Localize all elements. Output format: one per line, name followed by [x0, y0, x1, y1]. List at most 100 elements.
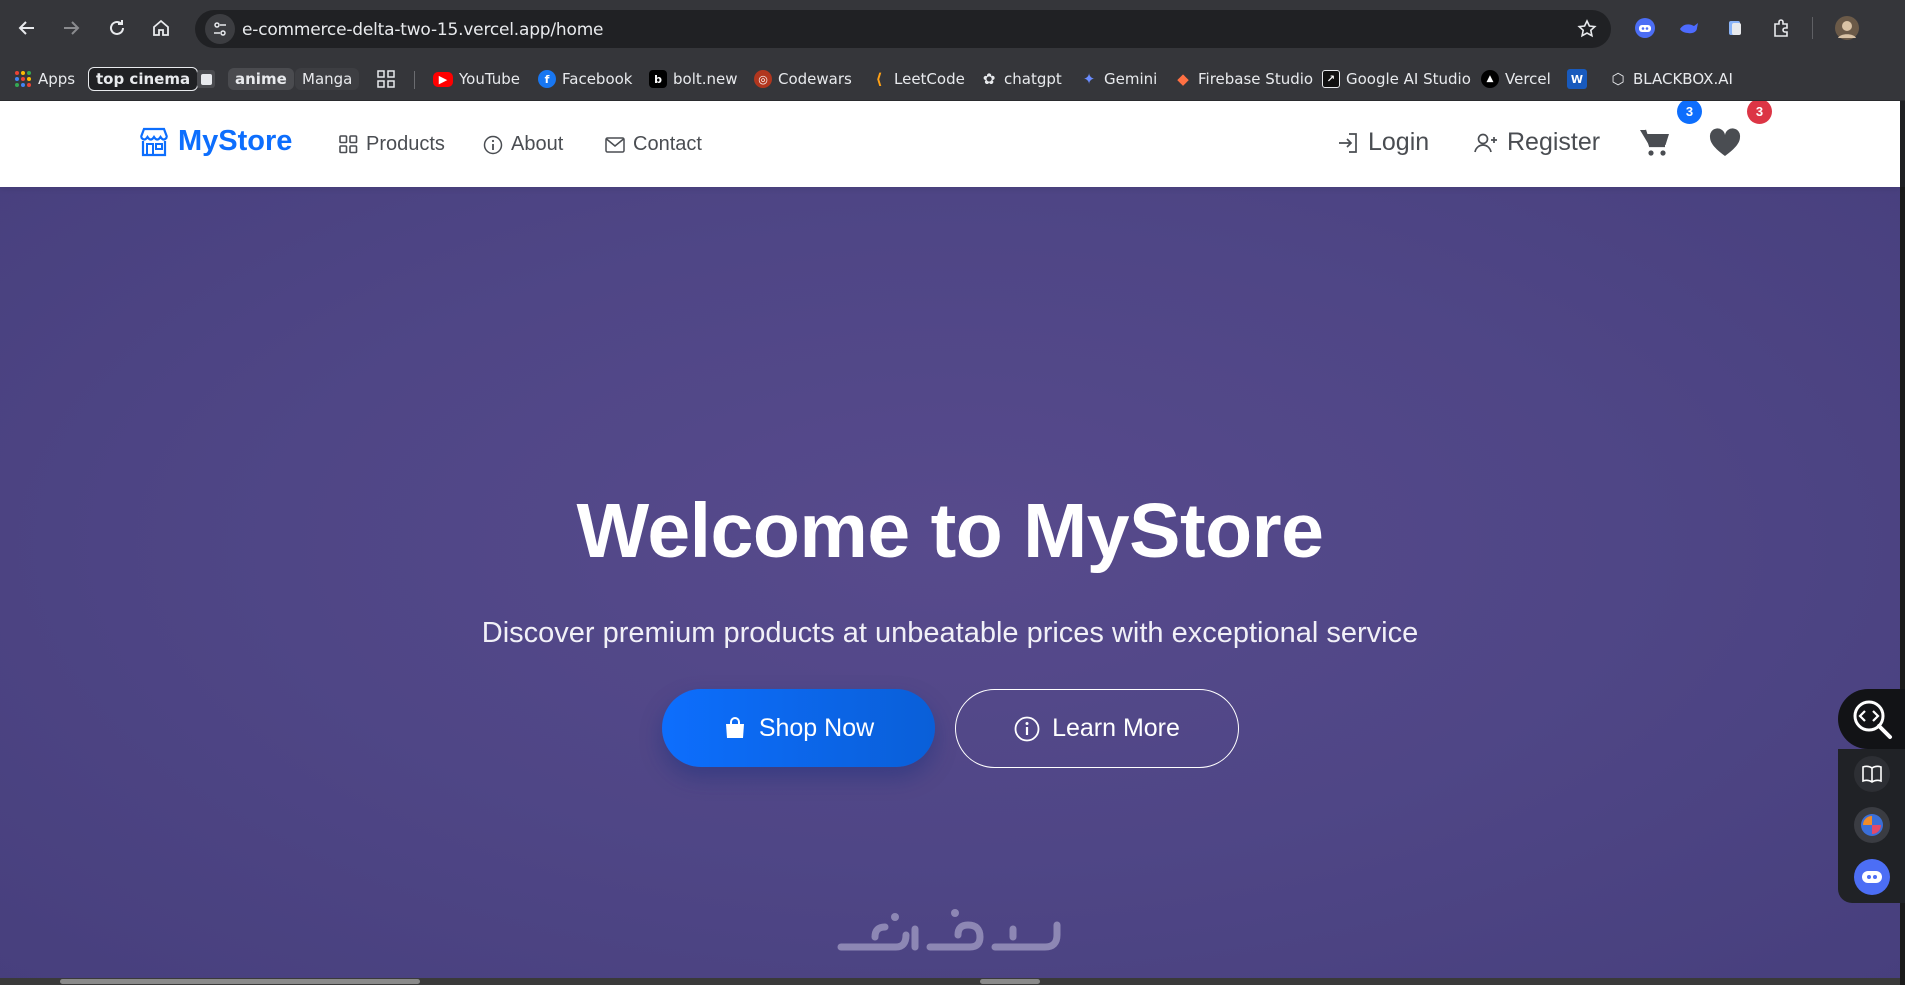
scrollbar-thumb-secondary[interactable]	[980, 979, 1040, 984]
ai-studio-icon: ↗	[1322, 70, 1340, 88]
blackbox-icon: ⬡	[1611, 70, 1625, 88]
nav-link-contact[interactable]: Contact	[605, 133, 702, 156]
info-circle-icon	[483, 135, 503, 154]
reload-button[interactable]	[102, 13, 132, 43]
cart-button[interactable]	[1635, 123, 1675, 163]
bookmark-leetcode[interactable]: ⟨ LeetCode	[870, 66, 965, 92]
bookmark-star-button[interactable]	[1577, 19, 1597, 44]
floating-side-dock	[1838, 689, 1905, 903]
bookmark-label: Facebook	[562, 70, 633, 88]
login-label: Login	[1368, 128, 1430, 156]
wishlist-button[interactable]	[1705, 123, 1745, 163]
learn-more-button[interactable]: Learn More	[955, 689, 1239, 768]
bookmark-facebook[interactable]: f Facebook	[538, 66, 632, 92]
shop-now-button[interactable]: Shop Now	[662, 689, 935, 767]
register-label: Register	[1507, 128, 1601, 156]
toolbar-divider	[1812, 17, 1813, 39]
extension-2[interactable]	[1676, 15, 1702, 41]
apps-grid-icon	[15, 71, 31, 87]
bookmark-label: Vercel	[1505, 70, 1551, 88]
side-dock-reader-button[interactable]	[1838, 749, 1905, 799]
site-info-button[interactable]	[205, 14, 235, 44]
bookmark-codewars[interactable]: ◎ Codewars	[754, 66, 852, 92]
hero-section: Welcome to MyStore Discover premium prod…	[0, 187, 1900, 985]
robot-face-icon	[1635, 18, 1655, 38]
address-bar[interactable]: e-commerce-delta-two-15.vercel.app/home	[195, 10, 1611, 48]
bookmark-gemini[interactable]: ✦ Gemini	[1080, 66, 1158, 92]
bookmark-firebase[interactable]: ◆ Firebase Studio	[1174, 66, 1313, 92]
bookmark-manga[interactable]: Manga	[295, 66, 360, 92]
cart-icon	[1640, 129, 1669, 156]
browser-toolbar: e-commerce-delta-two-15.vercel.app/home	[0, 0, 1905, 57]
bookmark-label: Apps	[38, 70, 76, 88]
register-link[interactable]: Register	[1473, 128, 1600, 157]
nav-link-products[interactable]: Products	[339, 133, 445, 156]
hero-subtitle: Discover premium products at unbeatable …	[481, 617, 1419, 649]
profile-avatar[interactable]	[1834, 15, 1860, 41]
extension-1[interactable]	[1632, 15, 1658, 41]
back-button[interactable]	[12, 13, 42, 43]
bookmark-word[interactable]: W	[1567, 66, 1587, 92]
extensions-menu-button[interactable]	[1768, 15, 1794, 41]
nav-link-label: Products	[366, 133, 445, 155]
cart-count-badge: 3	[1677, 101, 1702, 124]
home-button[interactable]	[146, 13, 176, 43]
bookmark-label: LeetCode	[894, 70, 965, 88]
bookmark-label: bolt.new	[673, 70, 738, 88]
avatar-icon	[1835, 16, 1859, 40]
grid-icon	[377, 70, 395, 88]
leetcode-icon: ⟨	[875, 70, 883, 88]
bookmark-youtube[interactable]: ▶ YouTube	[433, 66, 520, 92]
bookmark-apps[interactable]: Apps	[14, 66, 75, 92]
side-dock-avatar-button[interactable]	[1838, 799, 1905, 851]
heart-icon	[1709, 128, 1741, 156]
nav-link-label: Contact	[633, 133, 702, 155]
bookmark-vercel[interactable]: ▲ Vercel	[1481, 66, 1551, 92]
bookmark-tab-groups[interactable]	[377, 66, 395, 92]
bookmark-anime[interactable]: anime	[228, 66, 294, 92]
folder-square-icon	[197, 70, 215, 88]
bookmark-top-cinema[interactable]: top cinema	[88, 66, 199, 92]
nav-link-label: About	[511, 133, 564, 155]
bookmark-label: top cinema	[88, 67, 199, 91]
bookmark-label: Gemini	[1104, 70, 1158, 88]
star-icon	[1577, 19, 1597, 38]
document-copy-icon	[1729, 21, 1741, 35]
bookmark-label: anime	[228, 68, 294, 90]
tune-icon	[214, 22, 226, 36]
bookmark-blackbox[interactable]: ⬡ BLACKBOX.AI	[1609, 66, 1732, 92]
brand-logo-link[interactable]: MyStore	[138, 125, 292, 158]
openai-icon: ✿	[982, 70, 996, 88]
wishlist-count-badge: 3	[1747, 101, 1772, 124]
arrow-right-icon	[64, 21, 80, 35]
bookmark-label: Codewars	[778, 70, 852, 88]
reload-icon	[110, 20, 124, 35]
codewars-icon: ◎	[754, 70, 772, 88]
nav-link-about[interactable]: About	[483, 133, 563, 156]
extension-3[interactable]	[1722, 15, 1748, 41]
firebase-icon: ◆	[1177, 70, 1189, 88]
side-dock-search-button[interactable]	[1838, 689, 1905, 749]
bookmark-bolt[interactable]: b bolt.new	[649, 66, 738, 92]
page-viewport: MyStore Products About Contact Login Reg…	[0, 101, 1905, 985]
bookmarks-divider	[414, 71, 415, 89]
person-add-icon	[1474, 133, 1497, 152]
bookmark-label: chatgpt	[1004, 70, 1062, 88]
gemini-icon: ✦	[1082, 70, 1096, 88]
word-icon: W	[1567, 69, 1587, 89]
bookmark-ai-studio[interactable]: ↗ Google AI Studio	[1322, 66, 1471, 92]
side-dock-assistant-button[interactable]	[1838, 851, 1905, 903]
url-text[interactable]: e-commerce-delta-two-15.vercel.app/home	[242, 20, 604, 40]
colorful-avatar-icon	[1853, 807, 1890, 843]
puzzle-icon	[1774, 19, 1788, 37]
arrow-left-icon	[18, 21, 34, 35]
scrollbar-thumb[interactable]	[60, 979, 420, 984]
forward-button[interactable]	[56, 13, 86, 43]
bookmark-chatgpt[interactable]: ✿ chatgpt	[980, 66, 1062, 92]
bookmark-label: Google AI Studio	[1346, 70, 1471, 88]
bookmark-folder[interactable]	[197, 66, 215, 92]
login-link[interactable]: Login	[1336, 128, 1429, 157]
shopping-bag-icon	[725, 717, 744, 738]
info-circle-icon	[1014, 716, 1040, 741]
bookmark-label: YouTube	[459, 70, 520, 88]
